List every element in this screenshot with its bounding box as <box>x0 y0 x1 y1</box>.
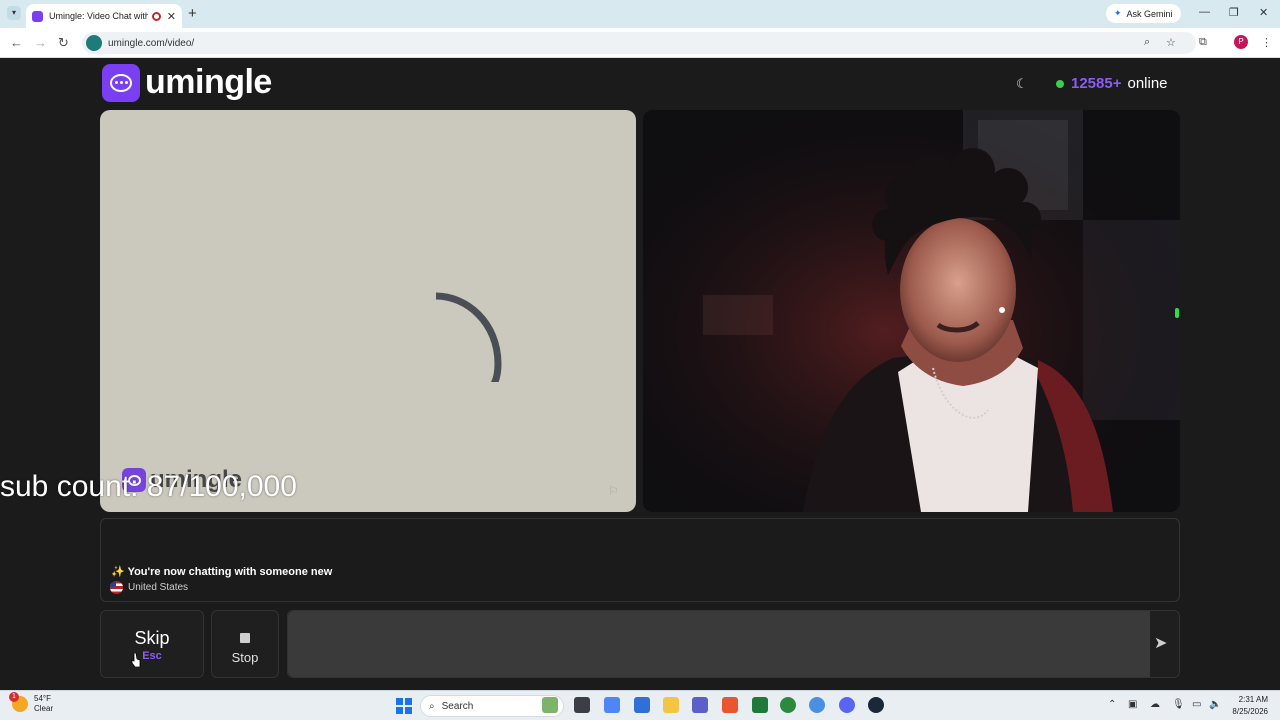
volume-icon[interactable]: 🔈 <box>1209 699 1221 710</box>
back-icon[interactable]: ← <box>10 35 23 50</box>
mouse-cursor-icon <box>131 653 141 667</box>
url-text: umingle.com/video/ <box>108 37 195 49</box>
file-explorer-icon[interactable] <box>663 697 679 713</box>
forward-icon[interactable]: → <box>34 35 47 50</box>
online-label: online <box>1127 75 1168 92</box>
new-tab-button[interactable]: + <box>188 5 197 22</box>
gemini-sparkle-icon: ✦ <box>1114 8 1122 18</box>
clock-date: 8/25/2026 <box>1232 707 1268 716</box>
stranger-video: umingle ⚐ <box>100 110 636 512</box>
taskbar: 1 54°F Clear ⌕ Search ⌃ ▣ ☁ 🎙 ▭ 🔈 2:31 A… <box>0 690 1280 720</box>
tab-close-icon[interactable]: ✕ <box>167 10 176 23</box>
message-input[interactable] <box>288 611 1150 677</box>
stop-square-icon <box>240 633 250 643</box>
brand-logo[interactable]: umingle <box>102 63 272 102</box>
skip-label: Skip <box>134 628 170 648</box>
stop-label: Stop <box>231 650 259 665</box>
sub-count-overlay: sub count: 87/100,000 <box>0 470 297 503</box>
system-message: ✨ You're now chatting with someone new <box>111 565 332 578</box>
windows-start-icon[interactable] <box>396 698 412 714</box>
tab-search-icon[interactable]: ▾ <box>7 6 21 20</box>
self-video <box>643 110 1180 512</box>
taskbar-clock[interactable]: 2:31 AM 8/25/2026 <box>1226 694 1268 718</box>
onedrive-icon[interactable]: ☁ <box>1150 699 1160 710</box>
chat-log: ✨ You're now chatting with someone new U… <box>100 518 1180 602</box>
sparkle-icon: ✨ <box>111 566 125 578</box>
minimize-icon[interactable]: — <box>1199 6 1210 18</box>
stop-button[interactable]: Stop <box>211 610 279 678</box>
system-message-text: You're now chatting with someone new <box>127 566 333 578</box>
page: umingle ☾ 12585+ online umingle ⚐ sub co… <box>0 58 1280 690</box>
restore-icon[interactable]: ❐ <box>1229 6 1239 19</box>
teams-icon[interactable] <box>692 697 708 713</box>
umingle-favicon-icon <box>32 10 43 22</box>
camera-indicator-light <box>1175 308 1179 318</box>
widgets-icon[interactable] <box>542 697 558 713</box>
tab-title: Umingle: Video Chat with S <box>49 11 148 21</box>
weather-condition: Clear <box>34 704 54 713</box>
recording-icon <box>151 11 161 21</box>
reload-icon[interactable]: ↻ <box>58 35 69 51</box>
menu-dots-icon[interactable]: ⋮ <box>1261 36 1272 49</box>
brand-name: umingle <box>145 63 272 101</box>
tray-app-icon[interactable]: ▣ <box>1128 699 1137 710</box>
zoom-icon[interactable]: ⌕ <box>1144 36 1150 49</box>
site-info-icon[interactable] <box>86 35 102 51</box>
window-close-icon[interactable]: ✕ <box>1259 6 1268 19</box>
loading-spinner-icon <box>436 292 502 382</box>
microphone-icon[interactable]: 🎙 <box>1172 699 1185 710</box>
bookmark-star-icon[interactable]: ☆ <box>1166 36 1176 49</box>
show-hidden-icons-icon[interactable]: ⌃ <box>1108 699 1116 710</box>
online-count: 12585+ <box>1071 75 1122 92</box>
app-green-icon[interactable] <box>752 697 768 713</box>
weather-widget[interactable]: 1 54°F Clear <box>9 692 54 714</box>
browser-tabstrip: ▾ Umingle: Video Chat with S ✕ + ✦ Ask G… <box>0 0 1280 28</box>
report-flag-icon[interactable]: ⚐ <box>608 484 619 498</box>
chrome-icon[interactable] <box>780 697 796 713</box>
temperature: 54°F <box>34 694 51 703</box>
weather-sun-icon: 1 <box>9 692 28 712</box>
clock-time: 2:31 AM <box>1238 695 1268 704</box>
stranger-country: United States <box>110 581 188 594</box>
steam-icon[interactable] <box>868 697 884 713</box>
webcam-person-image <box>643 110 1180 512</box>
weather-badge: 1 <box>9 692 19 702</box>
browser-toolbar: ← → ↻ umingle.com/video/ ⌕ ☆ ⧉ P ⋮ <box>0 28 1280 58</box>
store-icon[interactable] <box>634 697 650 713</box>
online-counter: 12585+ online <box>1056 75 1168 92</box>
dark-mode-moon-icon[interactable]: ☾ <box>1016 76 1028 92</box>
skip-button[interactable]: Skip Esc <box>100 610 204 678</box>
network-icon[interactable]: ▭ <box>1192 699 1201 710</box>
discord-icon[interactable] <box>839 697 855 713</box>
extensions-icon[interactable]: ⧉ <box>1199 36 1207 49</box>
skip-shortcut: Esc <box>142 650 162 662</box>
task-view-icon[interactable] <box>574 697 590 713</box>
send-icon[interactable]: ➤ <box>1154 633 1167 653</box>
chrome-active-icon[interactable] <box>809 697 825 713</box>
country-name: United States <box>128 582 189 593</box>
address-bar[interactable]: umingle.com/video/ <box>82 32 1196 54</box>
copilot-icon[interactable] <box>604 697 620 713</box>
ask-gemini-label: Ask Gemini <box>1126 8 1173 19</box>
ask-gemini-button[interactable]: ✦ Ask Gemini <box>1106 4 1181 23</box>
search-icon: ⌕ <box>429 700 435 712</box>
online-status-dot <box>1056 79 1064 88</box>
chat-bubble-icon <box>102 63 140 102</box>
message-composer: ➤ <box>287 610 1180 678</box>
tab-umingle[interactable]: Umingle: Video Chat with S ✕ <box>26 4 182 28</box>
profile-avatar[interactable]: P <box>1234 35 1248 49</box>
us-flag-icon <box>110 581 123 594</box>
brave-icon[interactable] <box>722 697 738 713</box>
taskbar-search-label: Search <box>441 700 474 712</box>
